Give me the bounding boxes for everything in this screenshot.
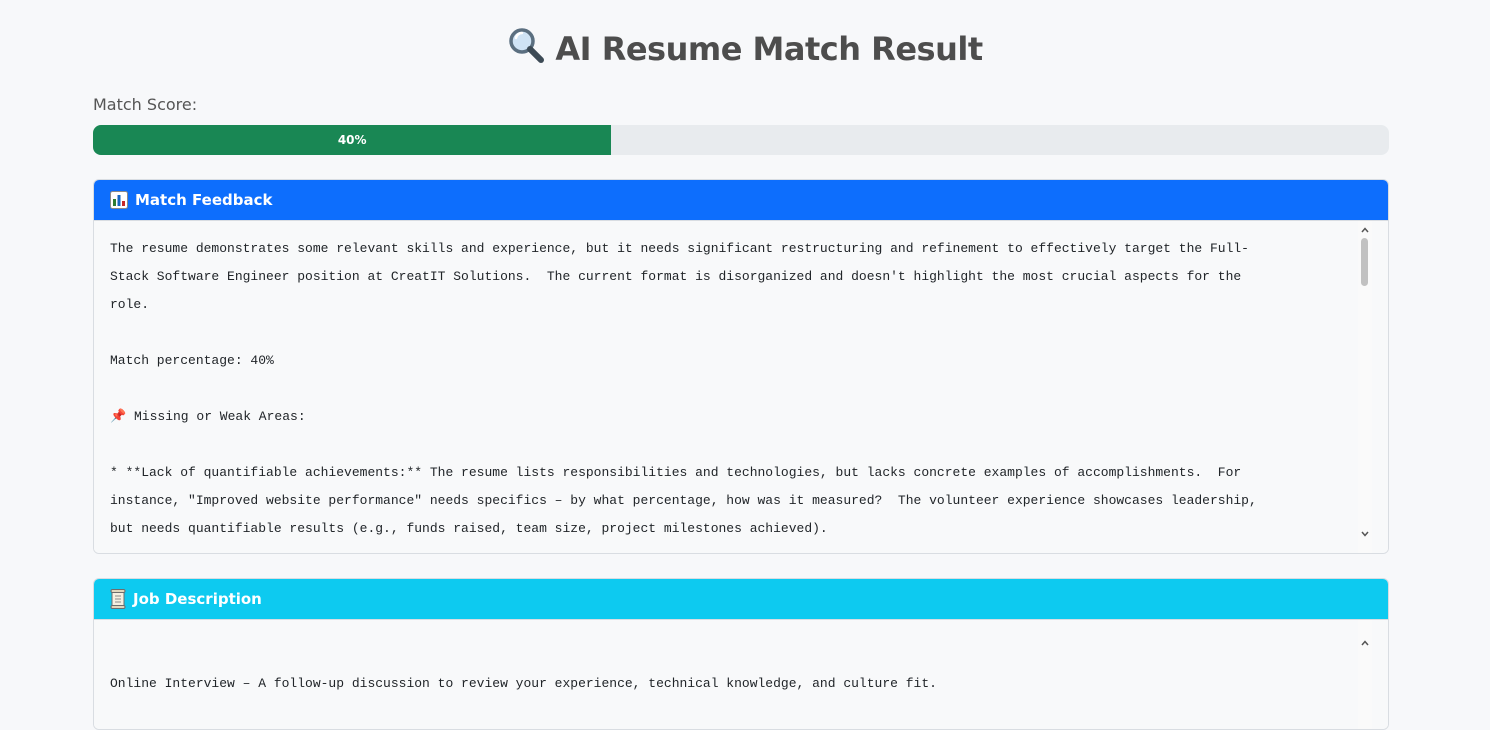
feedback-text-line: instance, "Improved website performance"… [110, 493, 1257, 508]
job-description-text: Online Interview – A follow-up discussio… [94, 620, 1388, 698]
scroll-up-arrow-icon[interactable] [1358, 223, 1372, 237]
job-description-title: Job Description [133, 590, 262, 608]
job-description-card: Job Description Online Interview – A fol… [93, 578, 1389, 730]
match-score-progress-bar: 40% [93, 125, 1389, 155]
feedback-text-line: * **Lack of quantifiable achievements:**… [110, 465, 1242, 480]
feedback-text-line: but needs quantifiable results (e.g., fu… [110, 521, 828, 536]
feedback-text-line: The resume demonstrates some relevant sk… [110, 241, 1249, 256]
match-feedback-text: The resume demonstrates some relevant sk… [94, 221, 1388, 543]
feedback-text-line [110, 431, 1348, 459]
bar-chart-icon [110, 191, 128, 209]
job-description-text-line [110, 642, 1348, 670]
job-description-text-line: Online Interview – A follow-up discussio… [110, 676, 937, 691]
job-description-header: Job Description [94, 579, 1388, 619]
page-title-text: AI Resume Match Result [555, 30, 983, 68]
feedback-text-line: Stack Software Engineer position at Crea… [110, 269, 1242, 284]
scroll-down-arrow-icon[interactable] [1358, 527, 1372, 541]
match-feedback-title: Match Feedback [135, 191, 273, 209]
match-feedback-body[interactable]: The resume demonstrates some relevant sk… [94, 220, 1388, 553]
scroll-icon [110, 589, 126, 609]
feedback-text-line: role. [110, 297, 150, 312]
job-description-scrollbar[interactable] [1358, 620, 1372, 729]
match-feedback-card: Match Feedback The resume demonstrates s… [93, 179, 1389, 554]
match-score-label: Match Score: [93, 95, 198, 114]
scroll-thumb[interactable] [1361, 238, 1368, 286]
match-feedback-header: Match Feedback [94, 180, 1388, 220]
feedback-text-line [110, 319, 1348, 347]
feedback-text-line: 📌 Missing or Weak Areas: [110, 409, 306, 424]
match-score-fill: 40% [93, 125, 612, 155]
scroll-up-arrow-icon[interactable] [1358, 636, 1372, 650]
feedback-text-line: Match percentage: 40% [110, 353, 274, 368]
page-title: AI Resume Match Result [0, 26, 1490, 72]
magnifier-icon [507, 26, 545, 72]
feedback-scrollbar[interactable] [1358, 221, 1372, 553]
feedback-text-line [110, 375, 1348, 403]
job-description-body[interactable]: Online Interview – A follow-up discussio… [94, 619, 1388, 729]
